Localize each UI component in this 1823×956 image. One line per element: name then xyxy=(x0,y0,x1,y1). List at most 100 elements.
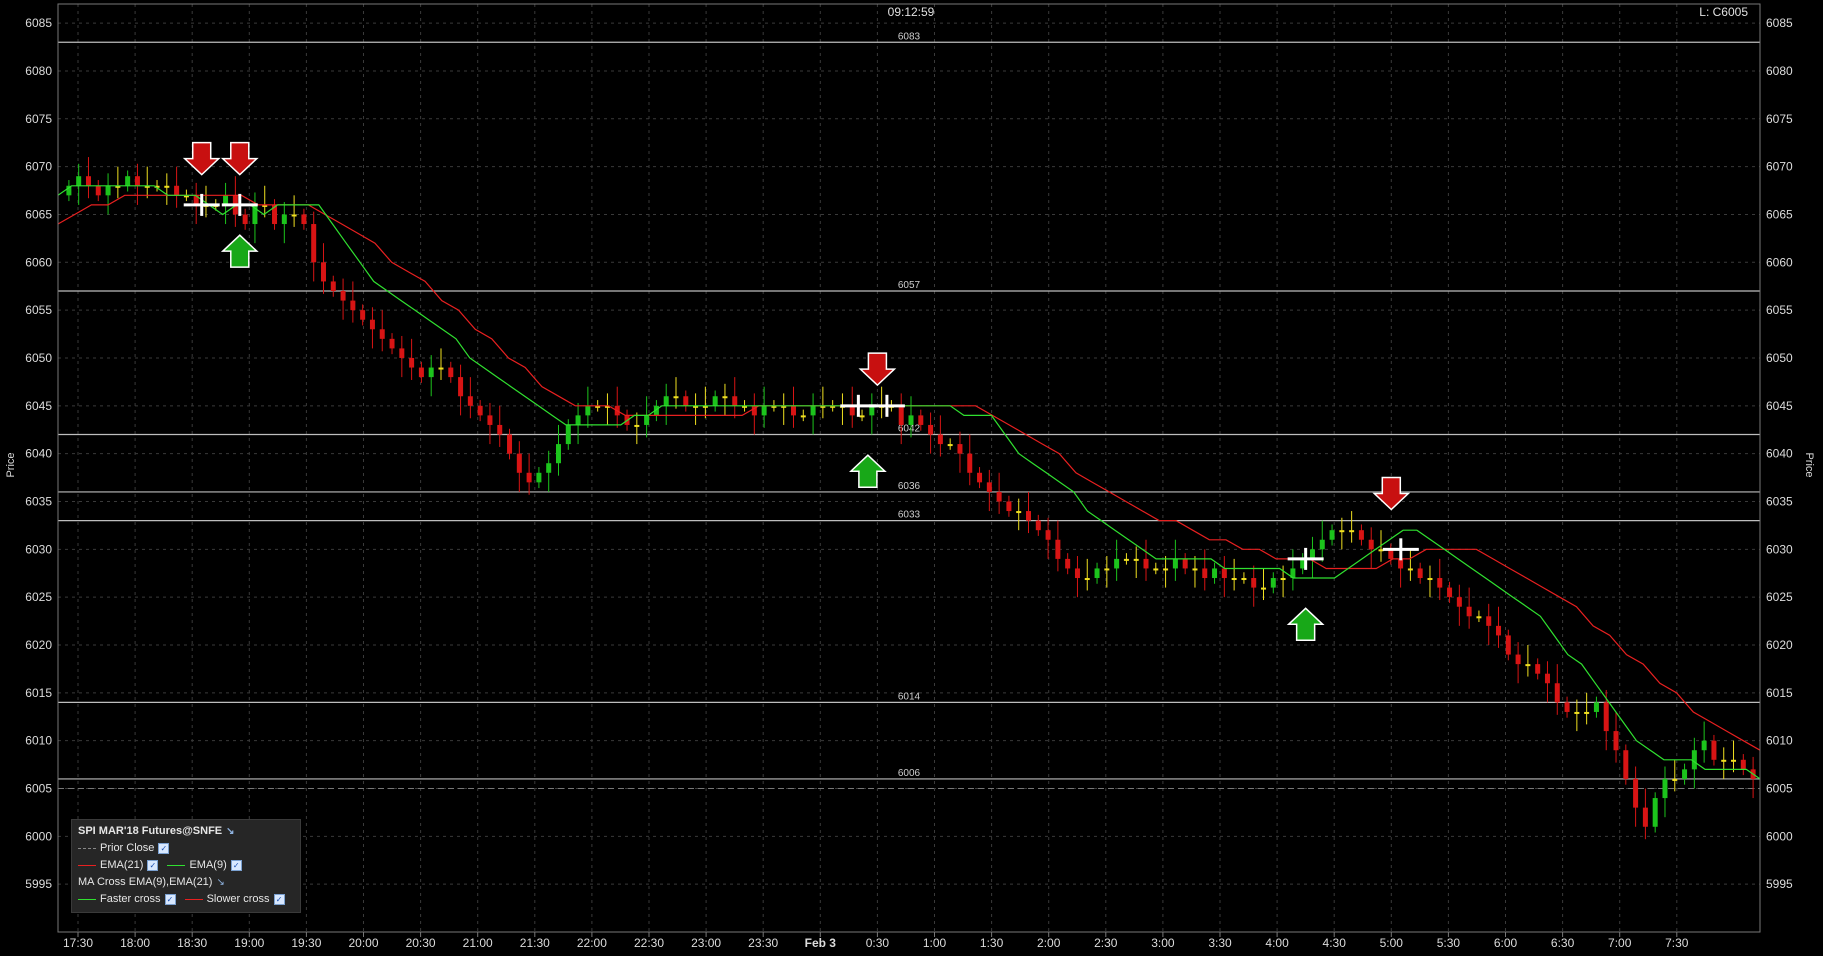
x-tick-label: 1:30 xyxy=(980,936,1004,950)
candle-body xyxy=(810,405,816,416)
y-tick-label-left: 6055 xyxy=(25,303,52,317)
faster-cross-checkbox[interactable]: ✓ xyxy=(164,893,176,905)
candle-body xyxy=(928,424,934,435)
ema21-checkbox[interactable]: ✓ xyxy=(147,859,159,871)
x-tick-label: 1:00 xyxy=(923,936,947,950)
level-lines: 6083605760426036603360146006 xyxy=(58,31,1760,789)
candle-body xyxy=(1535,664,1541,674)
y-tick-label-left: 6060 xyxy=(25,255,52,269)
candle-body xyxy=(1349,530,1355,533)
candle-body xyxy=(1691,750,1697,770)
candle-body xyxy=(1094,568,1100,579)
candle-body xyxy=(1721,759,1727,762)
candle-body xyxy=(320,262,326,282)
level-label: 6033 xyxy=(898,510,921,521)
candle-body xyxy=(369,319,375,330)
y-tick-label-right: 6050 xyxy=(1766,351,1793,365)
candle-body xyxy=(125,176,131,186)
x-tick-label: 4:00 xyxy=(1265,936,1289,950)
x-tick-label: 7:30 xyxy=(1665,936,1689,950)
candle-body xyxy=(1143,558,1149,569)
y-tick-label-left: 6020 xyxy=(25,638,52,652)
candle-body xyxy=(898,405,904,425)
candle-body xyxy=(379,329,385,339)
y-tick-label-right: 6030 xyxy=(1766,542,1793,556)
x-tick-label: 6:30 xyxy=(1551,936,1575,950)
candle-body xyxy=(1437,578,1443,588)
y-tick-label-right: 6075 xyxy=(1766,112,1793,126)
y-tick-label-left: 6080 xyxy=(25,64,52,78)
candle-body xyxy=(1682,769,1688,779)
candle-body xyxy=(1505,635,1511,655)
x-tick-label: 20:30 xyxy=(406,936,436,950)
candle-body xyxy=(1133,558,1139,561)
candle-body xyxy=(1731,759,1737,762)
candle-body xyxy=(1427,578,1433,581)
y-tick-label-right: 6000 xyxy=(1766,829,1793,843)
candle-body xyxy=(1515,654,1521,665)
candle-body xyxy=(291,214,297,217)
candle-body xyxy=(1368,539,1374,550)
ema21-swatch xyxy=(78,864,96,866)
candle-body xyxy=(174,185,180,196)
price-chart[interactable]: 6083605760426036603360146006 5995 5995600… xyxy=(0,0,1823,956)
y-tick-label-left: 5995 xyxy=(25,877,52,891)
candle-body xyxy=(918,415,924,425)
legend-prior-close: Prior Close xyxy=(100,842,155,854)
candle-body xyxy=(1045,530,1051,540)
candle-body xyxy=(673,396,679,399)
slower-cross-swatch xyxy=(184,898,203,900)
x-tick-label: 22:30 xyxy=(634,936,664,950)
y-tick-label-left: 6070 xyxy=(25,160,52,174)
x-tick-label: 7:00 xyxy=(1608,936,1632,950)
candle-body xyxy=(1701,740,1707,751)
buy-arrow-icon xyxy=(1286,607,1325,642)
y-tick-label-right: 6040 xyxy=(1766,447,1793,461)
candle-body xyxy=(1593,702,1599,712)
candle-body xyxy=(1319,539,1325,550)
candle-body xyxy=(790,405,796,416)
x-tick-label: 3:30 xyxy=(1208,936,1232,950)
sell-arrow-icon xyxy=(182,141,221,176)
candle-body xyxy=(908,415,914,425)
candle-body xyxy=(497,424,503,435)
candle-body xyxy=(409,357,415,368)
candle-body xyxy=(1466,606,1472,617)
candle-body xyxy=(947,444,953,447)
slower-cross-checkbox[interactable]: ✓ xyxy=(273,893,285,905)
legend-panel[interactable]: SPI MAR'18 Futures@SNFE ↘ Prior Close ✓ EM… xyxy=(71,819,301,913)
prior-close-swatch xyxy=(78,847,96,849)
signal-markers xyxy=(182,141,1419,642)
candle-body xyxy=(536,472,542,483)
candle-body xyxy=(1182,558,1188,569)
candle-body xyxy=(1163,568,1169,571)
level-label: 6083 xyxy=(898,31,921,42)
candle-body xyxy=(1339,530,1345,533)
candle-body xyxy=(663,396,669,406)
candle-body xyxy=(1172,558,1178,569)
ema9-checkbox[interactable]: ✓ xyxy=(230,859,242,871)
candle-body xyxy=(399,348,405,358)
candle-body xyxy=(1584,711,1590,714)
x-tick-label: 21:00 xyxy=(463,936,493,950)
buy-arrow-icon xyxy=(848,454,887,488)
ema9-swatch xyxy=(167,864,186,866)
candle-body xyxy=(859,415,865,418)
y-tick-label-left: 6010 xyxy=(25,734,52,748)
header-last: L: C6005 xyxy=(1699,5,1748,19)
prior-close-checkbox[interactable]: ✓ xyxy=(158,842,170,854)
candle-body xyxy=(1212,568,1218,579)
candle-body xyxy=(134,176,140,186)
cursor-icon[interactable]: ↘ xyxy=(216,876,224,890)
candle-body xyxy=(1202,568,1208,579)
candle-body xyxy=(1261,587,1267,590)
x-tick-label: 0:30 xyxy=(866,936,890,950)
x-tick-label: Feb 3 xyxy=(805,936,837,950)
candle-body xyxy=(967,453,973,473)
cursor-icon[interactable]: ↘ xyxy=(226,825,234,839)
candle-body xyxy=(1672,778,1678,781)
x-tick-label: 20:00 xyxy=(348,936,378,950)
candle-body xyxy=(1065,558,1071,569)
x-tick-label: 3:00 xyxy=(1151,936,1175,950)
candle-body xyxy=(242,214,248,225)
